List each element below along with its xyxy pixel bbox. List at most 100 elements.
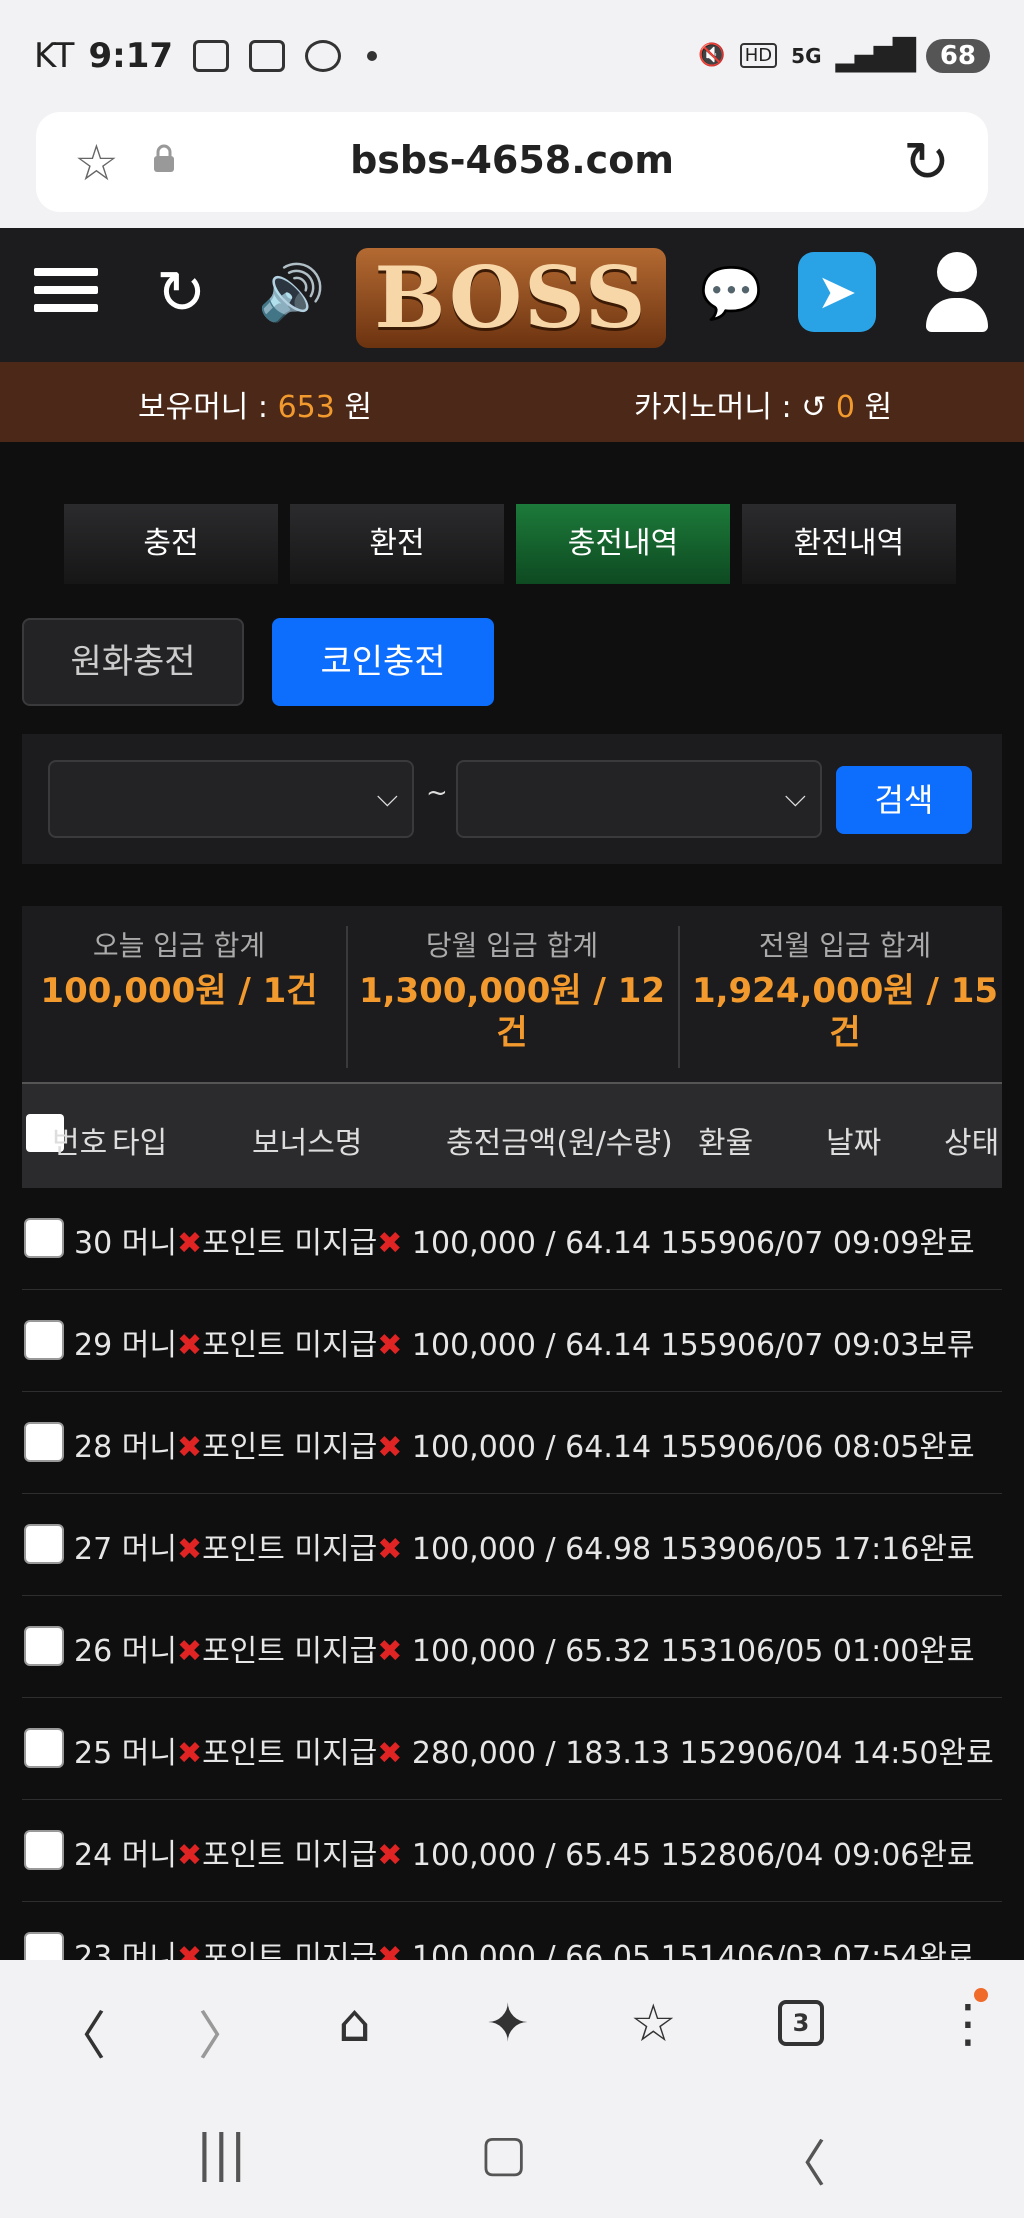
row-type: 머니	[121, 1838, 177, 1873]
summary-label: 전월 입금 합계	[758, 929, 932, 962]
back-icon[interactable]: 〈	[54, 1994, 106, 2069]
boss-logo[interactable]: BOSS	[356, 248, 666, 348]
summary-label: 오늘 입금 합계	[92, 929, 266, 962]
row-date: 06/07 09:03	[736, 1328, 920, 1363]
table-row: 28 머니✖포인트 미지급✖ 100,000 / 64.14 155906/06…	[22, 1392, 1002, 1494]
row-checkbox[interactable]	[24, 1830, 64, 1870]
system-navigation: ||| ▢ 〈	[0, 2090, 1024, 2218]
row-bonus: 포인트 미지급	[202, 1736, 378, 1771]
row-date: 06/05 17:16	[736, 1532, 920, 1567]
url-text[interactable]: bsbs-4658.com	[36, 138, 988, 182]
casino-money-label: 카지노머니 :	[634, 390, 802, 425]
row-bonus: 포인트 미지급	[202, 1430, 378, 1465]
row-checkbox[interactable]	[24, 1422, 64, 1462]
sparkle-icon[interactable]: ✦	[486, 1994, 530, 2054]
row-rate: 1531	[660, 1634, 737, 1669]
cross-icon: ✖	[176, 1430, 203, 1465]
cross-icon: ✖	[176, 1736, 203, 1771]
row-text: 26 머니✖포인트 미지급✖ 100,000 / 65.32 153106/05…	[74, 1626, 975, 1670]
own-money-unit: 원	[334, 390, 372, 425]
bookmarks-icon[interactable]: ☆	[630, 1994, 677, 2054]
start-date-select[interactable]: ⌵	[48, 760, 414, 838]
chevron-down-icon: ⌵	[376, 780, 398, 813]
sound-icon[interactable]: 🔊	[258, 258, 325, 328]
screenshot-icon	[193, 40, 230, 72]
casino-money: 카지노머니 : ↺ 0 원	[634, 382, 892, 426]
table-row: 25 머니✖포인트 미지급✖ 280,000 / 183.13 152906/0…	[22, 1698, 1002, 1800]
row-checkbox[interactable]	[24, 1320, 64, 1360]
browser-toolbar: 〈 〉 ⌂ ✦ ☆ 3 ⋮	[0, 1960, 1024, 2090]
recent-apps-icon[interactable]: |||	[196, 2124, 247, 2182]
tab-charge-history[interactable]: 충전내역	[516, 504, 730, 584]
row-date: 06/04 09:06	[736, 1838, 920, 1873]
table-row: 24 머니✖포인트 미지급✖ 100,000 / 65.45 152806/04…	[22, 1800, 1002, 1902]
row-bonus: 포인트 미지급	[202, 1838, 378, 1873]
row-checkbox[interactable]	[24, 1626, 64, 1666]
forward-icon[interactable]: 〉	[198, 1994, 250, 2069]
row-date: 06/04 14:50	[756, 1736, 939, 1771]
row-status: 완료	[938, 1736, 994, 1771]
summary-value: 1,300,000원 / 12건	[358, 971, 666, 1053]
table-row: 26 머니✖포인트 미지급✖ 100,000 / 65.32 153106/05…	[22, 1596, 1002, 1698]
status-right: 🔇 HD 5G ▂▄▆█ 68	[698, 38, 990, 73]
reload-icon[interactable]: ↻	[903, 130, 950, 195]
tab-exchange-history[interactable]: 환전내역	[742, 504, 956, 584]
date-filter: ⌵ ~ ⌵ 검색	[22, 734, 1002, 864]
subtab-coin-charge[interactable]: 코인충전	[272, 618, 494, 706]
deposit-summary: 오늘 입금 합계 100,000원 / 1건 당월 입금 합계 1,300,00…	[22, 906, 1002, 1082]
row-checkbox[interactable]	[24, 1728, 64, 1768]
more-menu-icon[interactable]: ⋮	[942, 1994, 994, 2054]
home-icon[interactable]: ⌂	[338, 1994, 371, 2054]
row-rate: 1529	[679, 1736, 757, 1771]
summary-label: 당월 입금 합계	[425, 929, 599, 962]
row-status: 완료	[919, 1940, 975, 1960]
status-left: KT 9:17	[34, 36, 378, 76]
cross-icon: ✖	[176, 1940, 203, 1960]
telegram-icon[interactable]: ➤	[798, 252, 876, 332]
search-button[interactable]: 검색	[836, 766, 972, 834]
home-button-icon[interactable]: ▢	[480, 2124, 527, 2182]
casino-refresh-icon[interactable]: ↺	[801, 390, 836, 425]
cross-icon: ✖	[176, 1532, 203, 1567]
row-date: 06/07 09:09	[736, 1226, 920, 1261]
row-amount: 280,000 / 183.13	[411, 1736, 671, 1771]
chevron-down-icon: ⌵	[784, 780, 806, 813]
row-checkbox[interactable]	[24, 1218, 64, 1258]
network-label: 5G	[791, 43, 822, 68]
chat-icon[interactable]: 💬	[700, 258, 762, 328]
cross-icon: ✖	[377, 1940, 403, 1960]
row-rate: 1559	[660, 1430, 737, 1465]
row-text: 28 머니✖포인트 미지급✖ 100,000 / 64.14 155906/06…	[74, 1422, 975, 1466]
col-status: 상태	[944, 1126, 1000, 1161]
row-type: 머니	[121, 1532, 177, 1567]
row-amount: 100,000 / 64.14	[411, 1328, 652, 1363]
signal-icon: ▂▄▆█	[835, 38, 916, 73]
row-checkbox[interactable]	[24, 1932, 64, 1960]
table-row: 29 머니✖포인트 미지급✖ 100,000 / 64.14 155906/07…	[22, 1290, 1002, 1392]
user-icon[interactable]	[922, 252, 992, 336]
cross-icon: ✖	[377, 1532, 403, 1567]
row-checkbox[interactable]	[24, 1524, 64, 1564]
address-bar[interactable]: ☆ bsbs-4658.com ↻	[36, 112, 988, 212]
status-bar: KT 9:17 🔇 HD 5G ▂▄▆█ 68	[0, 0, 1024, 110]
end-date-select[interactable]: ⌵	[456, 760, 822, 838]
row-status: 완료	[919, 1532, 975, 1567]
tab-exchange[interactable]: 환전	[290, 504, 504, 584]
system-back-icon[interactable]: 〈	[776, 2124, 826, 2196]
hd-icon: HD	[739, 43, 778, 68]
menu-icon[interactable]	[34, 258, 98, 322]
table-row: 27 머니✖포인트 미지급✖ 100,000 / 64.98 153906/05…	[22, 1494, 1002, 1596]
row-bonus: 포인트 미지급	[202, 1940, 378, 1960]
refresh-icon[interactable]: ↻	[156, 258, 206, 328]
cross-icon: ✖	[176, 1328, 203, 1363]
row-rate: 1539	[660, 1532, 737, 1567]
tabs-count-icon[interactable]: 3	[778, 2000, 824, 2046]
tab-charge[interactable]: 충전	[64, 504, 278, 584]
summary-last-month: 전월 입금 합계 1,924,000원 / 15건	[688, 924, 1002, 1054]
row-number: 25	[74, 1736, 113, 1771]
subtab-krw-charge[interactable]: 원화충전	[22, 618, 244, 706]
row-type: 머니	[121, 1328, 177, 1363]
row-type: 머니	[121, 1634, 177, 1669]
own-money-label: 보유머니 :	[138, 390, 278, 425]
row-amount: 100,000 / 64.14	[411, 1226, 652, 1261]
